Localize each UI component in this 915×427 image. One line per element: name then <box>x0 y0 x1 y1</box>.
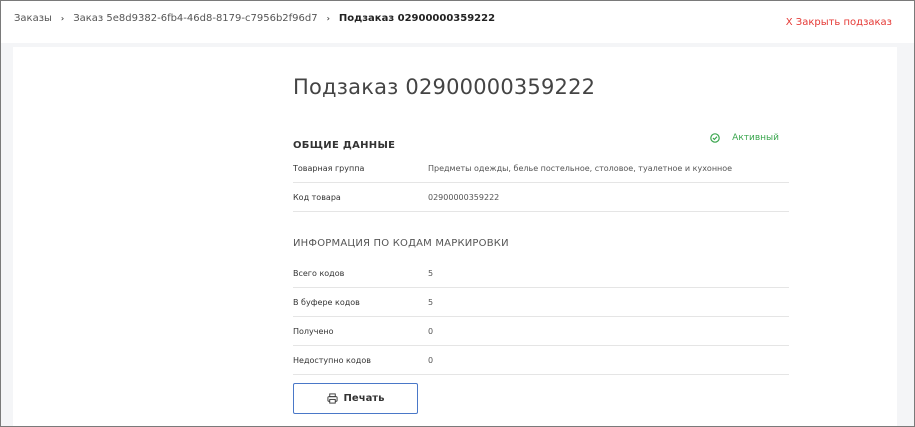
row-value: 0 <box>428 327 434 336</box>
chevron-right-icon: › <box>326 14 330 23</box>
breadcrumb-suborder: Подзаказ 02900000359222 <box>338 13 496 24</box>
row-value: 5 <box>428 269 434 278</box>
general-section-header: ОБЩИЕ ДАННЫЕ Активный <box>293 133 779 153</box>
row-label: Код товара <box>293 193 341 202</box>
info-row: В буфере кодов 5 <box>293 288 789 317</box>
row-value: Предметы одежды, белье постельное, столо… <box>428 164 733 173</box>
codes-section-title: ИНФОРМАЦИЯ ПО КОДАМ МАРКИРОВКИ <box>293 238 509 249</box>
breadcrumb: Заказы › Заказ 5e8d9382-6fb4-46d8-8179-c… <box>14 13 495 24</box>
info-row: Код товара 02900000359222 <box>293 183 789 212</box>
page-title: Подзаказ 02900000359222 <box>293 75 596 99</box>
print-button[interactable]: Печать <box>293 383 418 414</box>
general-section-title: ОБЩИЕ ДАННЫЕ <box>293 140 396 151</box>
printer-icon <box>327 393 338 404</box>
breadcrumb-order[interactable]: Заказ 5e8d9382-6fb4-46d8-8179-c7956b2f96… <box>73 13 317 24</box>
info-row: Всего кодов 5 <box>293 259 789 288</box>
info-row: Получено 0 <box>293 317 789 346</box>
breadcrumb-orders[interactable]: Заказы <box>14 13 52 24</box>
row-label: Товарная группа <box>293 164 365 173</box>
close-suborder-link[interactable]: X Закрыть подзаказ <box>786 17 892 28</box>
print-button-label: Печать <box>343 393 385 404</box>
status-text: Активный <box>732 133 779 143</box>
row-label: Недоступно кодов <box>293 356 371 365</box>
app-window: Заказы › Заказ 5e8d9382-6fb4-46d8-8179-c… <box>0 0 915 427</box>
row-value: 02900000359222 <box>428 193 500 202</box>
top-bar: Заказы › Заказ 5e8d9382-6fb4-46d8-8179-c… <box>1 1 914 43</box>
status-badge: Активный <box>710 133 779 143</box>
check-circle-icon <box>710 133 720 143</box>
info-row: Недоступно кодов 0 <box>293 346 789 375</box>
chevron-right-icon: › <box>60 14 65 23</box>
row-label: Получено <box>293 327 334 336</box>
info-row: Товарная группа Предметы одежды, белье п… <box>293 154 789 183</box>
row-label: В буфере кодов <box>293 298 360 307</box>
suborder-card: Подзаказ 02900000359222 ОБЩИЕ ДАННЫЕ Акт… <box>13 47 897 426</box>
row-value: 5 <box>428 298 434 307</box>
row-label: Всего кодов <box>293 269 345 278</box>
row-value: 0 <box>428 356 434 365</box>
